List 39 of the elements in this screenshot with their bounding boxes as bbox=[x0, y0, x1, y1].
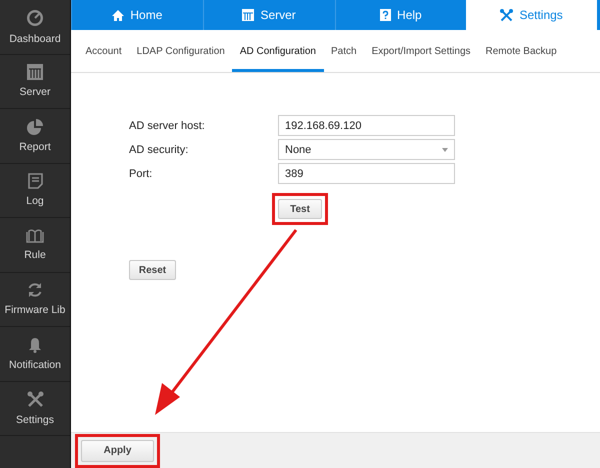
sub-tab[interactable]: Account bbox=[78, 30, 130, 72]
sidebar-item[interactable]: Settings bbox=[0, 382, 70, 436]
sub-tab[interactable]: AD Configuration bbox=[232, 30, 324, 72]
select-field[interactable]: None bbox=[278, 139, 455, 160]
sidebar-item[interactable]: Rule bbox=[0, 218, 70, 272]
field-label: AD security: bbox=[129, 144, 190, 156]
field-label: AD server host: bbox=[129, 120, 206, 132]
sub-tab[interactable]: LDAP Configuration bbox=[129, 30, 232, 72]
nav-tab[interactable]: Server bbox=[202, 0, 334, 30]
sub-tab[interactable]: Export/Import Settings bbox=[364, 30, 478, 72]
document-icon bbox=[28, 173, 42, 190]
bell-icon bbox=[28, 336, 42, 353]
apply-button[interactable]: Apply bbox=[81, 440, 154, 462]
server-grid-icon bbox=[242, 9, 254, 21]
sidebar-item[interactable]: Log bbox=[0, 164, 70, 218]
sidebar-item[interactable]: Firmware Lib bbox=[0, 272, 70, 327]
caret-icon bbox=[442, 148, 448, 152]
input-field[interactable]: 389 bbox=[278, 163, 455, 184]
tools-icon bbox=[500, 8, 514, 22]
sidebar-item[interactable]: Dashboard bbox=[0, 0, 70, 54]
gauge-icon bbox=[26, 8, 44, 27]
sidebar-item[interactable]: Notification bbox=[0, 327, 70, 382]
test-button[interactable]: Test bbox=[278, 199, 322, 219]
nav-tab[interactable]: Settings bbox=[466, 0, 597, 30]
reset-button[interactable]: Reset bbox=[129, 260, 176, 280]
server-grid-icon bbox=[27, 64, 43, 80]
book-icon bbox=[26, 228, 44, 243]
home-icon bbox=[112, 10, 124, 20]
field-label: Port: bbox=[129, 168, 154, 180]
tools-icon bbox=[26, 390, 44, 408]
pie-chart-icon bbox=[27, 118, 43, 135]
refresh-icon bbox=[27, 282, 43, 298]
sidebar-item[interactable]: Server bbox=[0, 54, 70, 109]
sub-tab[interactable]: Remote Backup bbox=[478, 30, 564, 72]
sub-tab[interactable]: Patch bbox=[324, 30, 364, 72]
input-field[interactable]: 192.168.69.120 bbox=[278, 115, 455, 136]
help-icon bbox=[380, 9, 392, 21]
nav-tab[interactable]: Home bbox=[71, 0, 203, 30]
sidebar-item[interactable]: Report bbox=[0, 109, 70, 164]
